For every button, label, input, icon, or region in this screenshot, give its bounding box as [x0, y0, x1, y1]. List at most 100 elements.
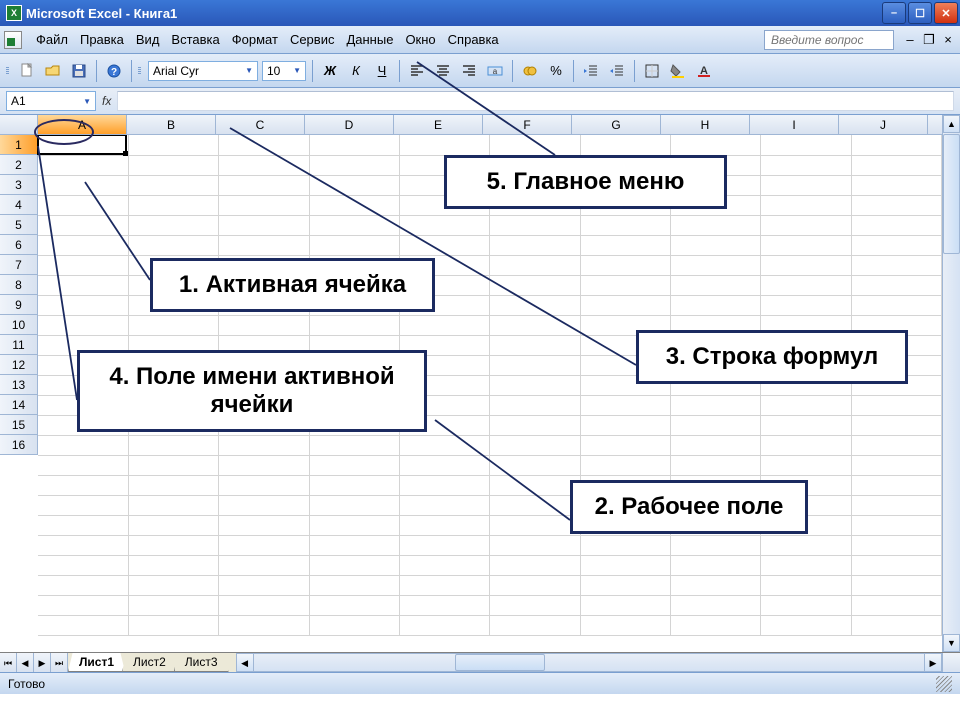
row-header-10[interactable]: 10: [0, 315, 38, 335]
percent-button[interactable]: %: [545, 60, 567, 82]
formula-input[interactable]: [117, 91, 954, 111]
tab-nav-last[interactable]: ⏭: [51, 653, 68, 672]
toolbar-grip-2[interactable]: [138, 60, 142, 82]
row-header-4[interactable]: 4: [0, 195, 38, 215]
save-icon[interactable]: [68, 60, 90, 82]
scroll-right-button[interactable]: ▶: [924, 653, 942, 672]
sheet-tab-2[interactable]: Лист2: [122, 653, 177, 672]
col-header-e[interactable]: E: [394, 115, 483, 134]
row-header-8[interactable]: 8: [0, 275, 38, 295]
horizontal-scrollbar[interactable]: ◀ ▶: [236, 653, 942, 672]
currency-icon[interactable]: [519, 60, 541, 82]
row-headers: 1 2 3 4 5 6 7 8 9 10 11 12 13 14 15 16: [0, 135, 38, 652]
new-icon[interactable]: [16, 60, 38, 82]
window-title: Microsoft Excel - Книга1: [26, 6, 882, 21]
title-bar: X Microsoft Excel - Книга1 – ☐ ✕: [0, 0, 960, 26]
bold-button[interactable]: Ж: [319, 60, 341, 82]
vertical-scrollbar[interactable]: ▲ ▼: [942, 115, 960, 652]
row-header-7[interactable]: 7: [0, 255, 38, 275]
col-header-j[interactable]: J: [839, 115, 928, 134]
minimize-button[interactable]: –: [882, 2, 906, 24]
fill-color-icon[interactable]: [667, 60, 689, 82]
open-icon[interactable]: [42, 60, 64, 82]
row-header-12[interactable]: 12: [0, 355, 38, 375]
menu-format[interactable]: Формат: [226, 28, 284, 51]
menu-file[interactable]: Файл: [30, 28, 74, 51]
tab-nav-prev[interactable]: ◀: [17, 653, 34, 672]
close-button[interactable]: ✕: [934, 2, 958, 24]
sheet-tab-3[interactable]: Лист3: [174, 653, 229, 672]
hscroll-thumb[interactable]: [455, 654, 545, 671]
menu-view[interactable]: Вид: [130, 28, 166, 51]
row-header-9[interactable]: 9: [0, 295, 38, 315]
status-text: Готово: [8, 673, 45, 694]
italic-button[interactable]: К: [345, 60, 367, 82]
sheet-tabs-row: ⏮ ◀ ▶ ⏭ Лист1 Лист2 Лист3 ◀ ▶: [0, 652, 960, 672]
menu-data[interactable]: Данные: [340, 28, 399, 51]
font-name-selector[interactable]: Arial Cyr ▼: [148, 61, 258, 81]
col-header-h[interactable]: H: [661, 115, 750, 134]
align-left-icon[interactable]: [406, 60, 428, 82]
row-header-1[interactable]: 1: [0, 135, 38, 155]
col-header-a[interactable]: A: [38, 115, 127, 134]
menu-window[interactable]: Окно: [399, 28, 441, 51]
font-name-label: Arial Cyr: [153, 64, 199, 78]
row-header-3[interactable]: 3: [0, 175, 38, 195]
decrease-indent-icon[interactable]: [580, 60, 602, 82]
menu-tools[interactable]: Сервис: [284, 28, 341, 51]
font-size-label: 10: [267, 64, 280, 78]
font-size-selector[interactable]: 10 ▼: [262, 61, 306, 81]
callout-2: 2. Рабочее поле: [570, 480, 808, 534]
mdi-close-button[interactable]: ×: [940, 32, 956, 48]
menu-insert[interactable]: Вставка: [165, 28, 225, 51]
increase-indent-icon[interactable]: [606, 60, 628, 82]
row-header-11[interactable]: 11: [0, 335, 38, 355]
toolbar-grip[interactable]: [6, 60, 10, 82]
chevron-down-icon: ▼: [245, 66, 253, 75]
menu-edit[interactable]: Правка: [74, 28, 130, 51]
scroll-down-button[interactable]: ▼: [943, 634, 960, 652]
row-header-16[interactable]: 16: [0, 435, 38, 455]
row-header-5[interactable]: 5: [0, 215, 38, 235]
help-icon[interactable]: ?: [103, 60, 125, 82]
select-all-corner[interactable]: [0, 115, 38, 134]
name-box[interactable]: A1 ▼: [6, 91, 96, 111]
row-header-13[interactable]: 13: [0, 375, 38, 395]
mdi-restore-button[interactable]: ❐: [921, 32, 937, 48]
row-header-6[interactable]: 6: [0, 235, 38, 255]
scroll-up-button[interactable]: ▲: [943, 115, 960, 133]
col-header-i[interactable]: I: [750, 115, 839, 134]
col-header-c[interactable]: C: [216, 115, 305, 134]
underline-button[interactable]: Ч: [371, 60, 393, 82]
align-right-icon[interactable]: [458, 60, 480, 82]
col-header-f[interactable]: F: [483, 115, 572, 134]
tab-nav-first[interactable]: ⏮: [0, 653, 17, 672]
chevron-down-icon: ▼: [293, 66, 301, 75]
resize-grip-icon[interactable]: [936, 676, 952, 692]
formula-bar-row: A1 ▼ fx: [0, 88, 960, 115]
menu-help[interactable]: Справка: [442, 28, 505, 51]
fx-label[interactable]: fx: [102, 94, 111, 108]
col-header-g[interactable]: G: [572, 115, 661, 134]
row-header-2[interactable]: 2: [0, 155, 38, 175]
tab-nav-next[interactable]: ▶: [34, 653, 51, 672]
col-header-b[interactable]: B: [127, 115, 216, 134]
merge-center-icon[interactable]: a: [484, 60, 506, 82]
mdi-minimize-button[interactable]: –: [902, 32, 918, 48]
col-header-d[interactable]: D: [305, 115, 394, 134]
borders-icon[interactable]: [641, 60, 663, 82]
maximize-button[interactable]: ☐: [908, 2, 932, 24]
align-center-icon[interactable]: [432, 60, 454, 82]
scroll-left-button[interactable]: ◀: [236, 653, 254, 672]
row-header-14[interactable]: 14: [0, 395, 38, 415]
font-color-icon[interactable]: A: [693, 60, 715, 82]
callout-5: 5. Главное меню: [444, 155, 727, 209]
svg-text:a: a: [493, 67, 498, 76]
ask-question-input[interactable]: [764, 30, 894, 50]
scroll-thumb[interactable]: [943, 134, 960, 254]
workbook-icon[interactable]: [4, 31, 22, 49]
row-header-15[interactable]: 15: [0, 415, 38, 435]
callout-1: 1. Активная ячейка: [150, 258, 435, 312]
sheet-tab-1[interactable]: Лист1: [68, 653, 125, 672]
status-bar: Готово: [0, 672, 960, 694]
